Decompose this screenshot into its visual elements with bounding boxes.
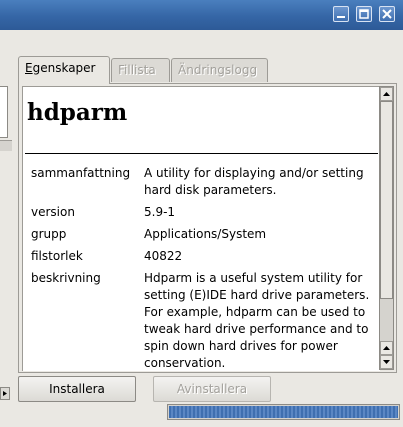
- window-titlebar[interactable]: [0, 0, 403, 30]
- maximize-icon: [359, 9, 369, 19]
- tab-label: Ändringslogg: [178, 63, 258, 77]
- minimize-icon: [337, 16, 345, 18]
- title-divider: [25, 153, 378, 154]
- scroll-down-button[interactable]: [380, 355, 393, 369]
- scroll-up-button[interactable]: [380, 87, 393, 101]
- scroll-up-button-lower[interactable]: [380, 341, 393, 355]
- info-row: grupp Applications/System: [31, 226, 376, 243]
- tab-egenskaper[interactable]: Egenskaper: [18, 56, 110, 84]
- progress-fill: [169, 406, 398, 418]
- info-value: 5.9-1: [144, 205, 176, 219]
- minimize-button[interactable]: [333, 6, 349, 22]
- tab-fillista[interactable]: Fillista: [111, 58, 170, 82]
- properties-view: hdparm sammanfattning A utility for disp…: [22, 86, 380, 371]
- progress-bar: [167, 404, 400, 420]
- info-row: sammanfattning A utility for displaying …: [31, 165, 376, 199]
- info-value: Hdparm is a useful system utility for se…: [144, 271, 370, 370]
- install-button[interactable]: Installera: [18, 376, 136, 402]
- arrow-up-icon: [383, 92, 390, 96]
- install-label: Installera: [49, 382, 105, 396]
- package-list-scroll-right[interactable]: [0, 387, 10, 400]
- uninstall-label: Avinstallera: [176, 382, 248, 396]
- tab-label: Fillista: [118, 63, 156, 77]
- info-key: grupp: [31, 227, 67, 241]
- maximize-button[interactable]: [356, 6, 372, 22]
- info-value: 40822: [144, 249, 183, 263]
- tab-label: Egenskaper: [25, 61, 96, 75]
- info-key: sammanfattning: [31, 166, 131, 180]
- info-value: Applications/System: [144, 227, 267, 241]
- package-list-field[interactable]: [0, 86, 8, 138]
- tab-andringslogg[interactable]: Ändringslogg: [171, 58, 268, 82]
- close-button[interactable]: [379, 6, 395, 22]
- uninstall-button[interactable]: Avinstallera: [153, 376, 271, 402]
- package-name: hdparm: [27, 99, 128, 126]
- properties-scrollbar[interactable]: [379, 86, 394, 370]
- scroll-thumb[interactable]: [380, 101, 393, 299]
- info-key: version: [31, 205, 75, 219]
- package-list-header: [0, 140, 12, 151]
- arrow-up-icon: [383, 346, 390, 350]
- package-info: sammanfattning A utility for displaying …: [31, 165, 376, 371]
- info-key: beskrivning: [31, 271, 101, 285]
- close-icon: [382, 9, 392, 19]
- info-row: beskrivning Hdparm is a useful system ut…: [31, 270, 376, 371]
- info-key: filstorlek: [31, 249, 83, 263]
- info-value: A utility for displaying and/or setting …: [144, 166, 364, 197]
- arrow-right-icon: [3, 391, 7, 396]
- arrow-down-icon: [383, 360, 390, 364]
- info-row: version 5.9-1: [31, 204, 376, 221]
- info-row: filstorlek 40822: [31, 248, 376, 265]
- package-list-pane: [0, 30, 12, 400]
